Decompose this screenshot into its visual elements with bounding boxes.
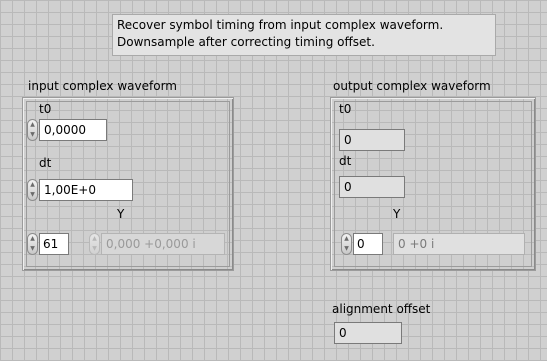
input-t0-spinner[interactable]: ▲ ▼ <box>27 119 38 141</box>
input-t0-field[interactable]: 0,0000 <box>39 119 107 141</box>
output-y-element-field: 0 +0 i <box>393 233 525 255</box>
increment-arrow-icon[interactable]: ▲ <box>30 180 35 190</box>
decrement-arrow-icon[interactable]: ▼ <box>30 130 35 140</box>
increment-arrow-icon[interactable]: ▲ <box>30 234 35 244</box>
alignment-offset-field: 0 <box>334 322 402 344</box>
output-y-label: Y <box>393 207 401 221</box>
input-y-element-spinner: ▲ ▼ <box>89 233 100 255</box>
decrement-arrow-icon[interactable]: ▼ <box>30 244 35 254</box>
alignment-offset-label: alignment offset <box>332 302 431 316</box>
output-cluster-title: output complex waveform <box>333 79 491 93</box>
vi-description: Recover symbol timing from input complex… <box>112 14 496 56</box>
increment-arrow-icon[interactable]: ▲ <box>344 234 349 244</box>
output-t0-field: 0 <box>339 129 405 151</box>
increment-arrow-icon: ▲ <box>92 235 97 242</box>
input-y-index-field[interactable]: 61 <box>39 233 69 255</box>
input-t0-label: t0 <box>39 102 52 116</box>
input-dt-field[interactable]: 1,00E+0 <box>39 179 133 201</box>
output-y-index-field[interactable]: 0 <box>353 233 383 255</box>
decrement-arrow-icon[interactable]: ▼ <box>30 190 35 200</box>
output-dt-field: 0 <box>339 176 405 198</box>
output-y-index-spinner[interactable]: ▲ ▼ <box>341 233 352 255</box>
input-y-index-spinner[interactable]: ▲ ▼ <box>27 233 38 255</box>
description-line-1: Recover symbol timing from input complex… <box>117 18 444 32</box>
output-dt-label: dt <box>339 154 352 168</box>
increment-arrow-icon[interactable]: ▲ <box>30 120 35 130</box>
output-t0-label: t0 <box>339 102 352 116</box>
input-cluster: t0 ▲ ▼ 0,0000 dt ▲ ▼ 1,00E+0 Y ▲ ▼ 61 ▲ … <box>22 97 234 271</box>
output-cluster: t0 0 dt 0 Y ▲ ▼ 0 0 +0 i <box>330 97 536 271</box>
decrement-arrow-icon: ▼ <box>92 245 97 252</box>
input-dt-spinner[interactable]: ▲ ▼ <box>27 179 38 201</box>
input-y-label: Y <box>117 207 125 221</box>
input-y-element-field: 0,000 +0,000 i <box>101 233 225 255</box>
input-cluster-title: input complex waveform <box>28 79 177 93</box>
input-dt-label: dt <box>39 156 52 170</box>
decrement-arrow-icon[interactable]: ▼ <box>344 244 349 254</box>
description-line-2: Downsample after correcting timing offse… <box>117 35 375 49</box>
